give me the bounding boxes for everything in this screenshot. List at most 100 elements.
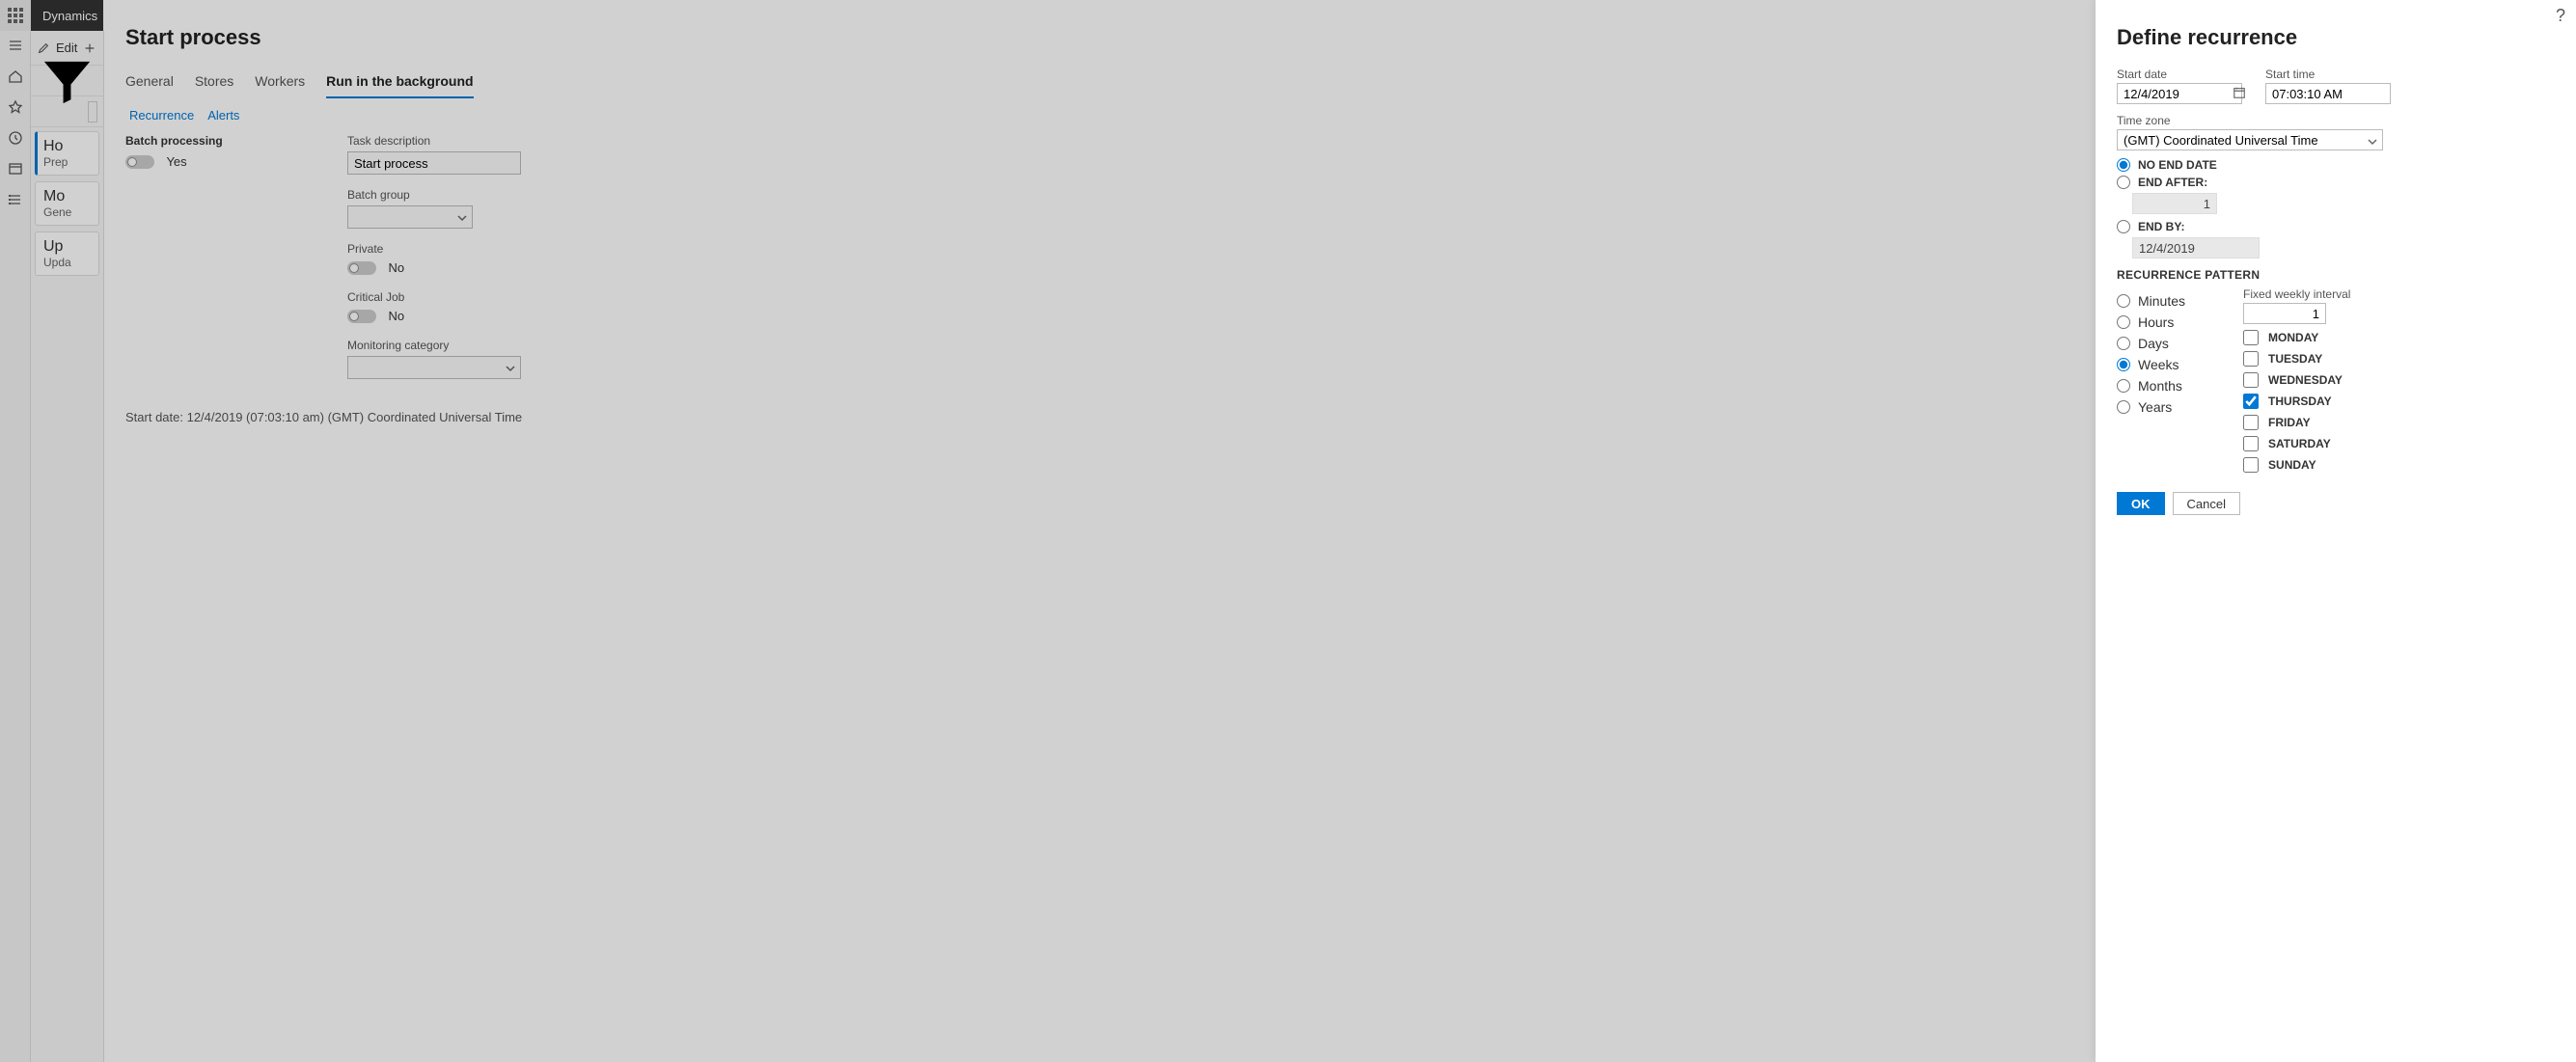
- home-icon[interactable]: [7, 68, 24, 85]
- day-wednesday-checkbox[interactable]: [2243, 372, 2259, 388]
- task-description-label: Task description: [347, 134, 560, 148]
- card-title: Up: [43, 238, 91, 256]
- private-state: No: [388, 260, 404, 275]
- private-toggle[interactable]: [347, 261, 376, 275]
- day-sunday-checkbox[interactable]: [2243, 457, 2259, 473]
- start-time-input[interactable]: [2265, 83, 2391, 104]
- fixed-weekly-input[interactable]: [2243, 303, 2326, 324]
- day-thursday-label: THURSDAY: [2268, 395, 2332, 408]
- flyout-title: Define recurrence: [2117, 25, 2555, 50]
- start-date-summary: Start date: 12/4/2019 (07:03:10 am) (GMT…: [125, 410, 1003, 424]
- batch-group-label: Batch group: [347, 188, 560, 202]
- card-title: Ho: [43, 138, 91, 155]
- day-sunday-label: SUNDAY: [2268, 458, 2316, 472]
- batch-processing-state: Yes: [166, 154, 186, 169]
- unit-hours-radio[interactable]: [2117, 315, 2130, 329]
- sub-tab-strip: Recurrence Alerts: [129, 108, 1003, 123]
- day-saturday-label: SATURDAY: [2268, 437, 2331, 450]
- subtab-recurrence[interactable]: Recurrence: [129, 108, 194, 123]
- tab-stores[interactable]: Stores: [195, 68, 233, 98]
- unit-days-label: Days: [2138, 336, 2169, 351]
- batch-processing-label: Batch processing: [125, 134, 289, 148]
- list-card[interactable]: Up Upda: [35, 231, 99, 276]
- start-date-input[interactable]: [2117, 83, 2242, 104]
- day-tuesday-checkbox[interactable]: [2243, 351, 2259, 367]
- pattern-unit-group: Minutes Hours Days Weeks Months Years: [2117, 287, 2185, 478]
- end-by-label: END BY:: [2138, 220, 2184, 233]
- tab-strip: General Stores Workers Run in the backgr…: [125, 68, 1003, 98]
- end-by-radio[interactable]: [2117, 220, 2130, 233]
- batch-group-select[interactable]: [347, 205, 473, 229]
- card-list: Ho Prep Mo Gene Up Upda: [31, 127, 103, 276]
- nav-rail: [0, 31, 31, 1062]
- day-monday-checkbox[interactable]: [2243, 330, 2259, 345]
- subtab-alerts[interactable]: Alerts: [207, 108, 239, 123]
- ok-button[interactable]: OK: [2117, 492, 2165, 515]
- waffle-icon: [8, 8, 23, 23]
- recent-icon[interactable]: [7, 129, 24, 147]
- end-after-value: [2132, 193, 2217, 214]
- workspaces-icon[interactable]: [7, 160, 24, 177]
- critical-toggle[interactable]: [347, 310, 376, 323]
- end-after-label: END AFTER:: [2138, 176, 2207, 189]
- day-friday-checkbox[interactable]: [2243, 415, 2259, 430]
- task-description-input[interactable]: [347, 151, 521, 175]
- start-time-label: Start time: [2265, 68, 2396, 81]
- monitoring-label: Monitoring category: [347, 339, 560, 352]
- card-subtitle: Gene: [43, 205, 91, 219]
- start-process-panel: Start process General Stores Workers Run…: [104, 0, 1025, 1062]
- unit-weeks-radio[interactable]: [2117, 358, 2130, 371]
- search-placeholder: Fil: [96, 105, 97, 119]
- card-subtitle: Prep: [43, 155, 91, 169]
- critical-state: No: [388, 309, 404, 323]
- tab-general[interactable]: General: [125, 68, 174, 98]
- no-end-date-label: NO END DATE: [2138, 158, 2217, 172]
- card-subtitle: Upda: [43, 256, 91, 269]
- day-thursday-checkbox[interactable]: [2243, 394, 2259, 409]
- list-search-row: Fil: [31, 96, 103, 127]
- lines-icon[interactable]: [37, 89, 82, 134]
- unit-weeks-label: Weeks: [2138, 357, 2179, 372]
- start-date-label: Start date: [2117, 68, 2252, 81]
- end-by-value: [2132, 237, 2260, 259]
- app-launcher-button[interactable]: [0, 0, 31, 31]
- help-button[interactable]: ?: [2545, 0, 2576, 31]
- monitoring-select[interactable]: [347, 356, 521, 379]
- fixed-weekly-label: Fixed weekly interval: [2243, 287, 2350, 301]
- day-tuesday-label: TUESDAY: [2268, 352, 2322, 366]
- day-friday-label: FRIDAY: [2268, 416, 2311, 429]
- cancel-button[interactable]: Cancel: [2173, 492, 2240, 515]
- list-card[interactable]: Mo Gene: [35, 181, 99, 226]
- unit-minutes-radio[interactable]: [2117, 294, 2130, 308]
- timezone-label: Time zone: [2117, 114, 2555, 127]
- list-panel: Edit Fil Ho Prep Mo Gene Up Upda: [31, 31, 104, 1062]
- day-wednesday-label: WEDNESDAY: [2268, 373, 2343, 387]
- unit-days-radio[interactable]: [2117, 337, 2130, 350]
- pattern-heading: RECURRENCE PATTERN: [2117, 268, 2555, 282]
- tab-workers[interactable]: Workers: [255, 68, 305, 98]
- unit-months-radio[interactable]: [2117, 379, 2130, 393]
- unit-hours-label: Hours: [2138, 314, 2174, 330]
- recurrence-flyout: Define recurrence Start date Start time …: [2096, 0, 2576, 1062]
- hamburger-icon[interactable]: [7, 37, 24, 54]
- unit-years-label: Years: [2138, 399, 2172, 415]
- app-brand: Dynamics: [31, 0, 103, 31]
- private-label: Private: [347, 242, 560, 256]
- end-after-radio[interactable]: [2117, 176, 2130, 189]
- no-end-date-radio[interactable]: [2117, 158, 2130, 172]
- critical-label: Critical Job: [347, 290, 560, 304]
- list-card[interactable]: Ho Prep: [35, 131, 99, 176]
- batch-processing-toggle[interactable]: [125, 155, 154, 169]
- unit-months-label: Months: [2138, 378, 2182, 394]
- day-monday-label: MONDAY: [2268, 331, 2318, 344]
- modules-icon[interactable]: [7, 191, 24, 208]
- day-saturday-checkbox[interactable]: [2243, 436, 2259, 451]
- unit-minutes-label: Minutes: [2138, 293, 2185, 309]
- timezone-select[interactable]: [2117, 129, 2383, 150]
- unit-years-radio[interactable]: [2117, 400, 2130, 414]
- tab-run-background[interactable]: Run in the background: [326, 68, 473, 98]
- calendar-icon[interactable]: [2233, 86, 2246, 99]
- favorite-icon[interactable]: [7, 98, 24, 116]
- card-title: Mo: [43, 188, 91, 205]
- search-input[interactable]: Fil: [88, 101, 97, 123]
